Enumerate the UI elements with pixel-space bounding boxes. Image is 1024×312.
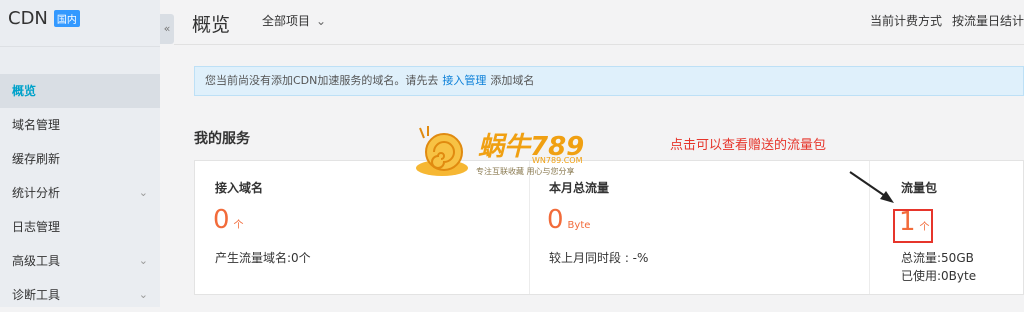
brand-name: CDN: [8, 8, 48, 29]
notice-text-after: 添加域名: [490, 74, 535, 87]
collapse-sidebar-button[interactable]: «: [160, 14, 174, 44]
sidebar-item-statistics[interactable]: 统计分析 ⌄: [0, 176, 160, 210]
package-count-link[interactable]: 1个: [899, 207, 930, 237]
package-unit: 个: [919, 222, 930, 233]
package-used: 已使用:0Byte: [901, 269, 977, 283]
region-badge: 国内: [53, 10, 80, 27]
sidebar-item-label: 高级工具: [12, 254, 61, 268]
project-select[interactable]: 全部项目 ⌄: [262, 12, 326, 29]
watermark-tagline: 专注互联收藏 用心与您分享: [476, 167, 575, 176]
sidebar-item-label: 统计分析: [12, 186, 61, 200]
domains-title: 接入域名: [215, 181, 264, 195]
sidebar-item-advanced-tools[interactable]: 高级工具 ⌄: [0, 244, 160, 278]
traffic-unit: Byte: [567, 220, 591, 231]
chevron-down-icon: ⌄: [138, 186, 148, 199]
divider: [174, 44, 1024, 45]
notice-text: 您当前尚没有添加CDN加速服务的域名。请先去: [205, 74, 439, 87]
project-select-value: 全部项目: [262, 14, 311, 28]
sidebar-item-label: 日志管理: [12, 220, 61, 234]
snail-logo-icon: [416, 126, 468, 176]
sidebar-item-label: 域名管理: [12, 118, 61, 132]
brand: CDN 国内: [8, 8, 80, 29]
package-value: 1: [899, 207, 916, 237]
package-title: 流量包: [901, 181, 938, 195]
sidebar-item-domain-management[interactable]: 域名管理: [0, 108, 160, 142]
chevron-down-icon: ⌄: [138, 254, 148, 267]
sidebar-item-overview[interactable]: 概览: [0, 74, 160, 108]
chevron-down-icon: ⌄: [316, 14, 327, 28]
notice-banner: 您当前尚没有添加CDN加速服务的域名。请先去 接入管理 添加域名: [194, 66, 1024, 96]
domains-count: 0个: [213, 205, 244, 235]
page-title: 概览: [192, 14, 231, 36]
watermark-site: WN789.COM: [532, 156, 583, 165]
header: 概览 全部项目 ⌄ 当前计费方式 按流量日结计: [174, 0, 1024, 44]
section-title: 我的服务: [194, 131, 250, 147]
billing-info: 当前计费方式 按流量日结计: [870, 12, 1024, 29]
sidebar-item-logs[interactable]: 日志管理: [0, 210, 160, 244]
billing-label: 当前计费方式: [869, 14, 942, 28]
sidebar-item-label: 概览: [12, 84, 37, 98]
double-chevron-left-icon: «: [163, 22, 171, 35]
package-panel: 流量包 1个 总流量:50GB 已使用:0Byte: [869, 161, 1023, 294]
traffic-count: 0 Byte: [547, 205, 590, 235]
sidebar-item-label: 缓存刷新: [12, 152, 61, 166]
sidebar-item-cache-refresh[interactable]: 缓存刷新: [0, 142, 160, 176]
divider: [0, 46, 160, 47]
domains-sub: 产生流量域名:0个: [215, 251, 311, 265]
access-management-link[interactable]: 接入管理: [442, 74, 486, 87]
sidebar-item-label: 诊断工具: [12, 288, 61, 302]
sidebar: CDN 国内 概览 域名管理 缓存刷新 统计分析 ⌄ 日志管理 高级工具 ⌄ 诊…: [0, 0, 160, 307]
annotation-text: 点击可以查看赠送的流量包: [670, 138, 827, 153]
traffic-sub: 较上月同时段 : -%: [549, 251, 649, 265]
traffic-value: 0: [547, 205, 564, 235]
domains-unit: 个: [233, 220, 244, 231]
domains-value: 0: [213, 205, 230, 235]
package-total: 总流量:50GB: [901, 251, 974, 265]
sidebar-nav: 概览 域名管理 缓存刷新 统计分析 ⌄ 日志管理 高级工具 ⌄ 诊断工具 ⌄: [0, 74, 160, 312]
billing-value: 按流量日结计: [951, 14, 1024, 28]
watermark: 蜗牛789 WN789.COM 专注互联收藏 用心与您分享: [412, 124, 632, 184]
